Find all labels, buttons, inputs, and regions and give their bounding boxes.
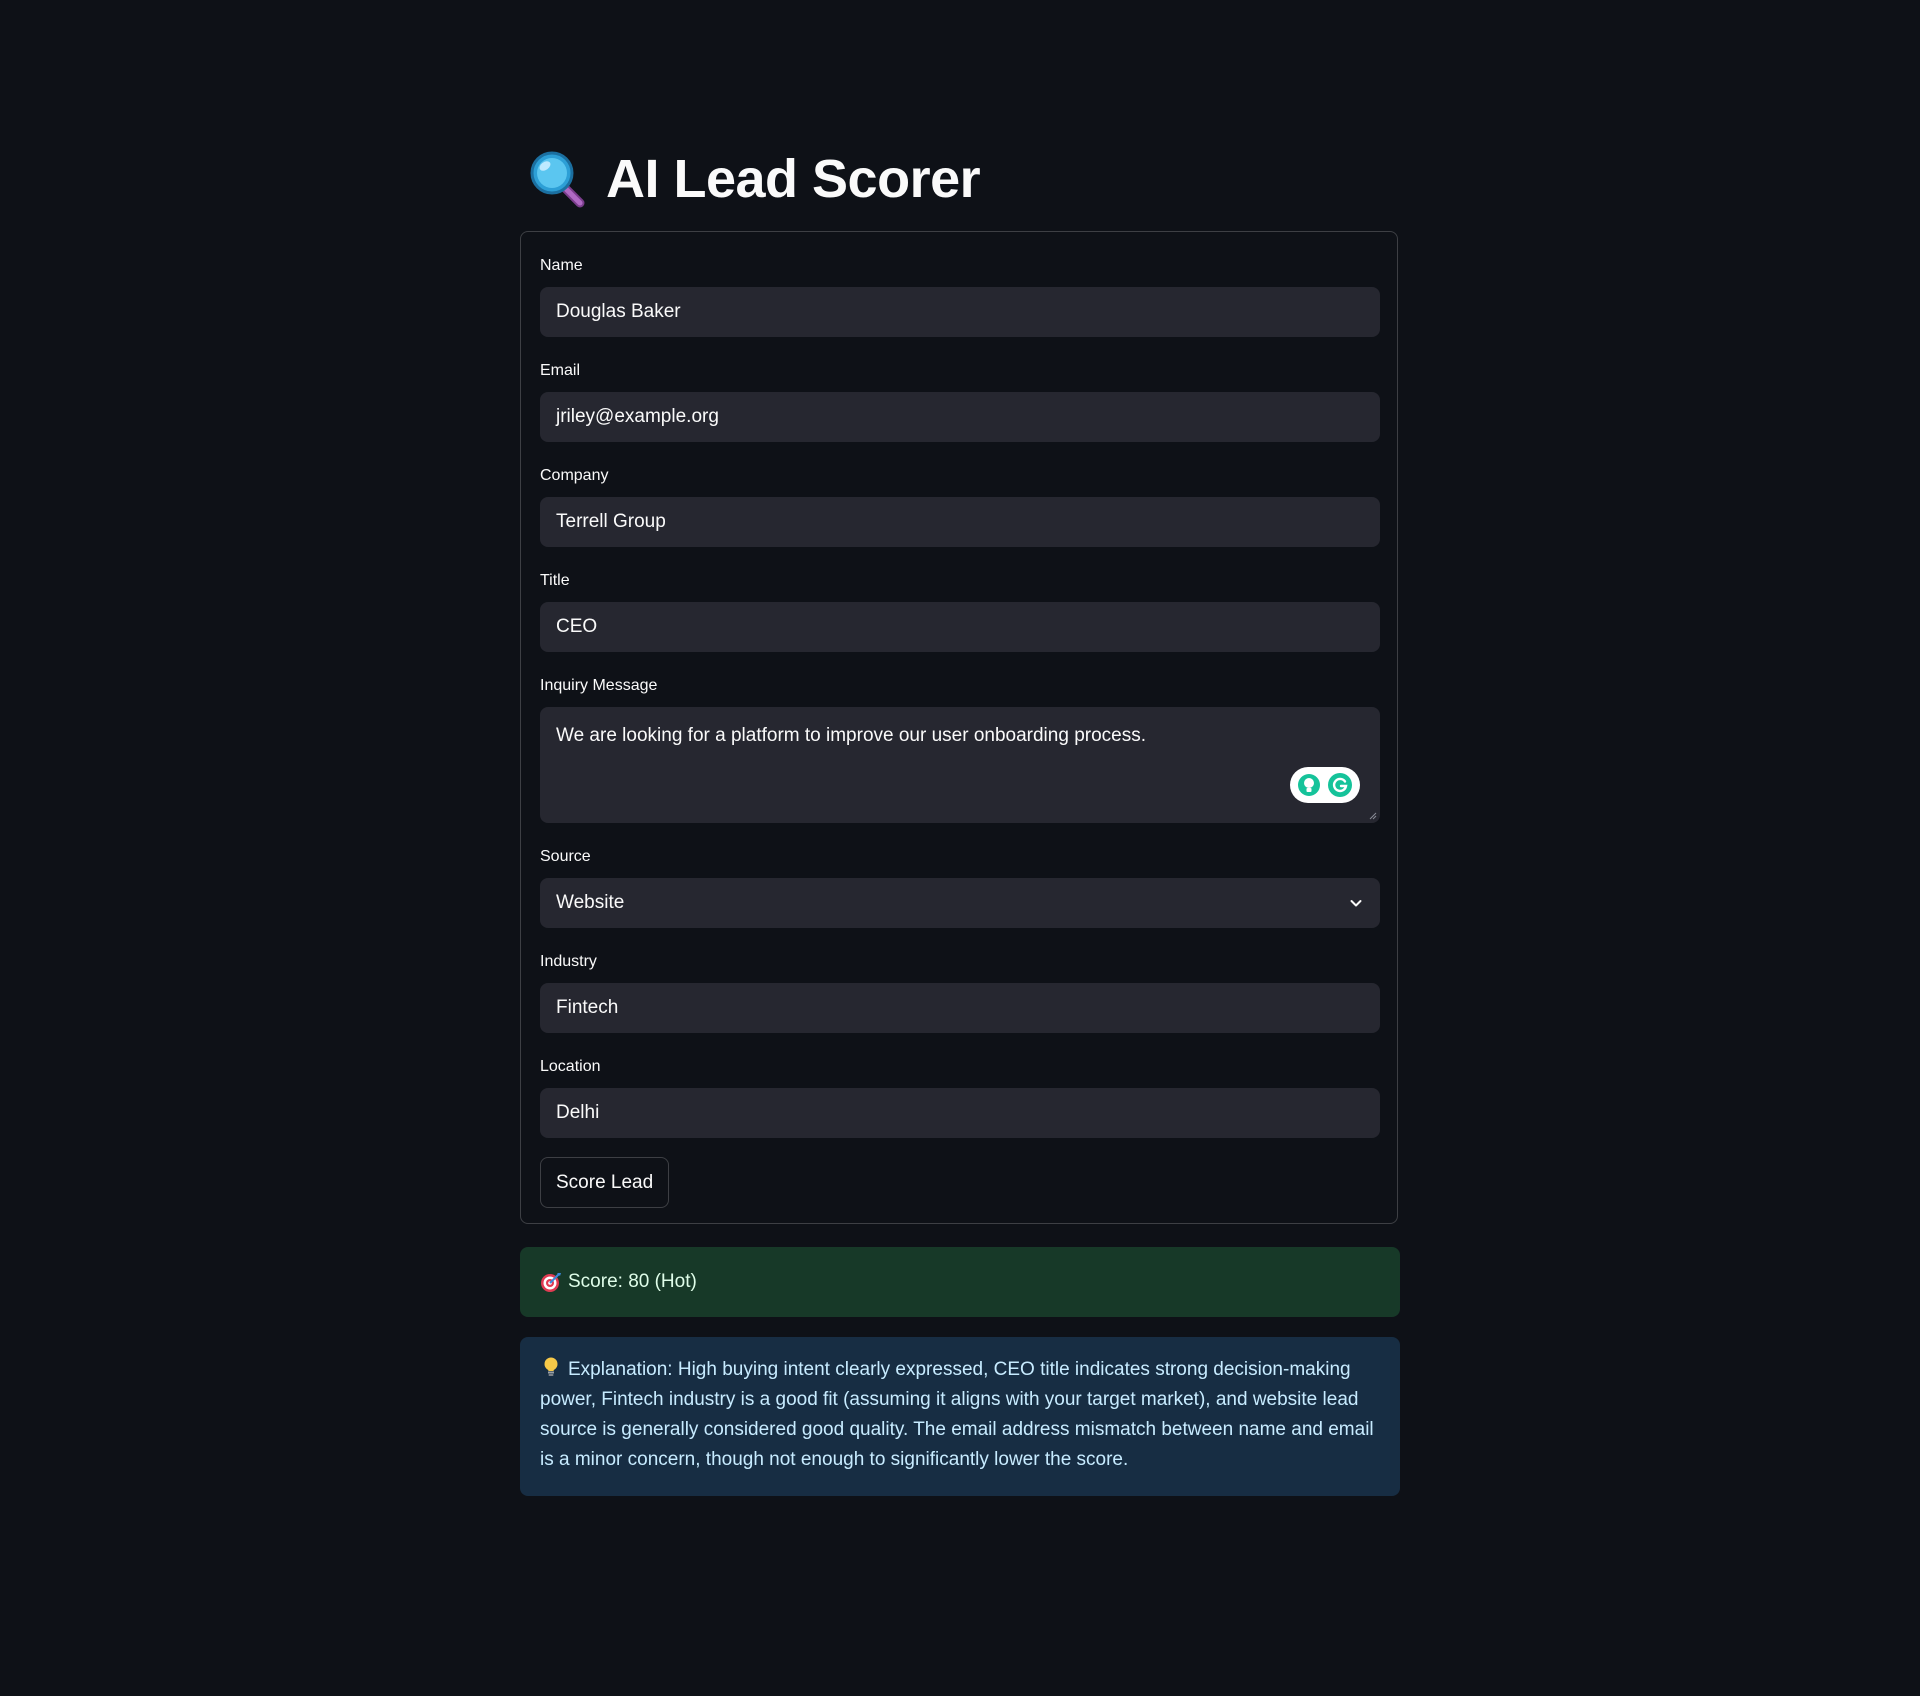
inquiry-label: Inquiry Message: [540, 677, 658, 694]
location-input[interactable]: Delhi: [540, 1088, 1380, 1138]
grammarly-bulb-icon[interactable]: [1297, 773, 1321, 797]
title-field-group: Title CEO: [540, 570, 1380, 652]
lightbulb-icon: [544, 1357, 558, 1376]
location-label: Location: [540, 1058, 601, 1075]
explanation-alert: Explanation: High buying intent clearly …: [520, 1337, 1400, 1496]
email-label: Email: [540, 362, 581, 379]
score-result-alert: Score: 80 (Hot): [520, 1247, 1400, 1317]
inquiry-field-group: Inquiry Message We are looking for a pla…: [540, 675, 1380, 823]
score-text: Score: 80 (Hot): [568, 1271, 697, 1292]
title-label: Title: [540, 572, 570, 589]
company-input[interactable]: Terrell Group: [540, 497, 1380, 547]
magnifying-glass-icon: [530, 151, 585, 208]
lead-form: Name Douglas Baker Email jriley@example.…: [520, 231, 1398, 1224]
source-selected-value: Website: [556, 892, 625, 913]
inquiry-text: We are looking for a platform to improve…: [556, 725, 1147, 746]
source-field-group: Source Website: [540, 846, 1380, 928]
company-label: Company: [540, 467, 609, 484]
grammarly-g-icon[interactable]: [1327, 772, 1353, 798]
app-page: AI Lead Scorer Name Douglas Baker Email …: [0, 0, 1920, 1696]
score-lead-button[interactable]: Score Lead: [540, 1157, 670, 1208]
explanation-text: Explanation: High buying intent clearly …: [540, 1359, 1374, 1470]
name-field-group: Name Douglas Baker: [540, 255, 1380, 337]
industry-field-group: Industry Fintech: [540, 951, 1380, 1033]
chevron-down-icon[interactable]: [1348, 895, 1364, 911]
page-header: AI Lead Scorer: [528, 146, 981, 212]
name-label: Name: [540, 257, 583, 274]
location-field-group: Location Delhi: [540, 1056, 1380, 1138]
inquiry-textarea[interactable]: We are looking for a platform to improve…: [540, 707, 1380, 823]
email-input[interactable]: jriley@example.org: [540, 392, 1380, 442]
page-title: AI Lead Scorer: [606, 149, 981, 209]
resize-handle-icon[interactable]: [1369, 812, 1377, 820]
email-field-group: Email jriley@example.org: [540, 360, 1380, 442]
source-label: Source: [540, 848, 591, 865]
name-input[interactable]: Douglas Baker: [540, 287, 1380, 337]
target-icon: [541, 1273, 561, 1292]
industry-label: Industry: [540, 953, 597, 970]
industry-input[interactable]: Fintech: [540, 983, 1380, 1033]
grammarly-widget[interactable]: [1290, 767, 1360, 803]
title-input[interactable]: CEO: [540, 602, 1380, 652]
source-select[interactable]: Website: [540, 878, 1380, 928]
company-field-group: Company Terrell Group: [540, 465, 1380, 547]
